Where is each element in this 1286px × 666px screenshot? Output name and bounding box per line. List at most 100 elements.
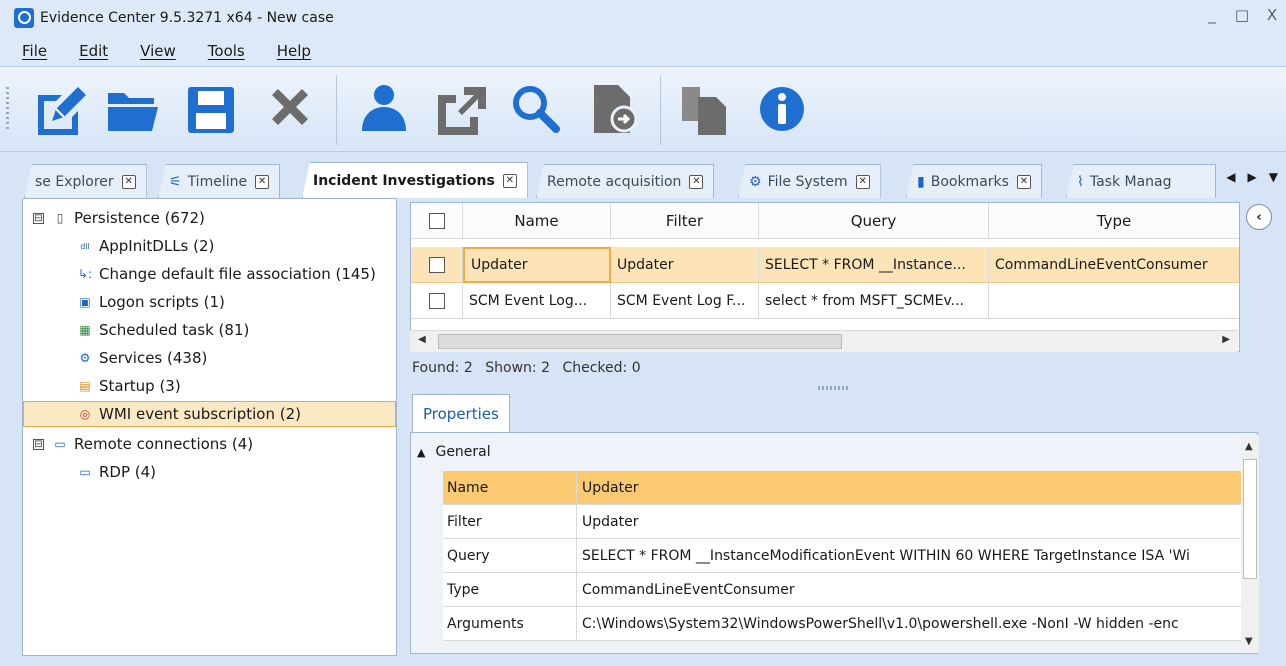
close-tab-icon[interactable]: ✕ <box>1016 174 1031 189</box>
column-header-filter[interactable]: Filter <box>611 203 759 239</box>
grid-header-row: Name Filter Query Type <box>411 203 1239 239</box>
scrollbar-thumb[interactable] <box>438 334 842 349</box>
property-row-query[interactable]: Query SELECT * FROM __InstanceModificati… <box>443 539 1241 573</box>
grid-horizontal-scrollbar[interactable]: ◀ ▶ <box>410 330 1238 352</box>
tab-incident-investigations[interactable]: Incident Investigations ✕ <box>302 162 528 198</box>
property-value[interactable]: Updater <box>577 505 1241 538</box>
grid-status: Found: 2 Shown: 2 Checked: 0 <box>412 360 649 376</box>
table-row[interactable]: SCM Event Log... SCM Event Log F... sele… <box>411 283 1239 319</box>
column-header-name[interactable]: Name <box>463 203 611 239</box>
cell-filter[interactable]: Updater <box>611 247 759 283</box>
toolbar-separator <box>336 75 337 145</box>
scroll-right-arrow-icon[interactable]: ▶ <box>1222 334 1230 345</box>
tree-node-services[interactable]: ⚙ Services (438) <box>77 345 208 371</box>
menu-file[interactable]: File <box>22 42 47 60</box>
tree-node-label: Persistence (672) <box>74 209 205 227</box>
import-icon <box>594 85 638 133</box>
column-header-query[interactable]: Query <box>759 203 989 239</box>
export-button[interactable] <box>432 81 488 137</box>
cell-query[interactable]: SELECT * FROM __Instance... <box>759 247 989 283</box>
tab-case-explorer[interactable]: se Explorer ✕ <box>24 164 147 198</box>
row-checkbox[interactable] <box>428 292 445 309</box>
cell-query[interactable]: select * from MSFT_SCMEv... <box>759 283 989 319</box>
property-value[interactable]: CommandLineEventConsumer <box>577 573 1241 606</box>
save-case-button[interactable] <box>184 81 240 137</box>
close-tab-icon[interactable]: ✕ <box>502 173 517 188</box>
tab-properties[interactable]: Properties <box>412 394 510 432</box>
delete-button[interactable] <box>262 81 318 137</box>
tree-node-logon-scripts[interactable]: ▣ Logon scripts (1) <box>77 289 225 315</box>
property-group-general[interactable]: ▲ General <box>417 439 491 465</box>
menu-edit[interactable]: Edit <box>79 42 108 60</box>
tree-node-persistence[interactable]: ⊟ ▯ Persistence (672) <box>33 205 205 231</box>
select-all-checkbox[interactable] <box>428 212 445 229</box>
property-key: Name <box>443 471 577 504</box>
search-button[interactable] <box>508 81 564 137</box>
menu-help[interactable]: Help <box>277 42 311 60</box>
menu-bar: File Edit View Tools Help <box>0 36 1286 66</box>
scroll-tabs-right-icon[interactable]: ▶ <box>1248 170 1257 184</box>
toolbar-grip[interactable] <box>6 87 9 131</box>
tree-node-rdp[interactable]: ▭ RDP (4) <box>77 459 156 485</box>
property-value[interactable]: C:\Windows\System32\WindowsPowerShell\v1… <box>577 607 1241 640</box>
tab-file-system[interactable]: ⚙ File System ✕ <box>738 164 881 198</box>
cell-filter[interactable]: SCM Event Log F... <box>611 283 759 319</box>
property-value[interactable]: Updater <box>577 471 1241 504</box>
collapse-icon[interactable]: ⊟ <box>33 212 44 224</box>
association-icon: ↳: <box>77 267 93 281</box>
property-value[interactable]: SELECT * FROM __InstanceModificationEven… <box>577 539 1241 572</box>
open-case-button[interactable] <box>104 81 160 137</box>
tree-node-file-association[interactable]: ↳: Change default file association (145) <box>77 261 376 287</box>
close-tab-icon[interactable]: ✕ <box>121 174 136 189</box>
tree-node-wmi-event-subscription[interactable]: ◎ WMI event subscription (2) <box>23 401 396 427</box>
minimize-button[interactable]: _ <box>1204 6 1220 24</box>
close-tab-icon[interactable]: ✕ <box>255 174 270 189</box>
menu-view[interactable]: View <box>140 42 176 60</box>
property-row-arguments[interactable]: Arguments C:\Windows\System32\WindowsPow… <box>443 607 1241 641</box>
chevron-left-icon: ‹ <box>1256 209 1262 225</box>
tab-remote-acquisition[interactable]: Remote acquisition ✕ <box>536 164 715 198</box>
table-row[interactable]: Updater Updater SELECT * FROM __Instance… <box>411 247 1239 283</box>
close-tab-icon[interactable]: ✕ <box>689 174 704 189</box>
tree-node-remote-connections[interactable]: ⊟ ▭ Remote connections (4) <box>33 431 253 457</box>
property-key: Type <box>443 573 577 606</box>
property-row-filter[interactable]: Filter Updater <box>443 505 1241 539</box>
collapse-panel-button[interactable]: ‹ <box>1246 204 1272 230</box>
cell-name[interactable]: Updater <box>463 247 611 283</box>
acquire-button[interactable] <box>356 81 412 137</box>
tab-task-manager[interactable]: ⌇ Task Manag <box>1066 164 1216 198</box>
chevron-up-icon[interactable]: ▲ <box>417 446 425 459</box>
scrollbar-thumb[interactable] <box>1243 459 1257 579</box>
tab-timeline[interactable]: ⚟ Timeline ✕ <box>158 164 281 198</box>
tree-node-appinitdlls[interactable]: dll AppInitDLLs (2) <box>77 233 214 259</box>
about-button[interactable] <box>754 81 810 137</box>
properties-grid: ▲ General Name Updater Filter Updater Qu… <box>410 432 1259 654</box>
maximize-button[interactable]: □ <box>1234 6 1250 24</box>
scroll-tabs-left-icon[interactable]: ◀ <box>1226 170 1235 184</box>
cell-type[interactable] <box>989 283 1239 319</box>
tab-bookmarks[interactable]: ▮ Bookmarks ✕ <box>906 164 1042 198</box>
cell-type[interactable]: CommandLineEventConsumer <box>989 247 1239 283</box>
edit-case-button[interactable] <box>32 81 88 137</box>
scroll-up-arrow-icon[interactable]: ▲ <box>1245 441 1253 452</box>
property-row-type[interactable]: Type CommandLineEventConsumer <box>443 573 1241 607</box>
menu-tools[interactable]: Tools <box>208 42 245 60</box>
import-button[interactable] <box>586 81 642 137</box>
scroll-down-arrow-icon[interactable]: ▼ <box>1245 636 1253 647</box>
collapse-icon[interactable]: ⊟ <box>33 438 44 450</box>
properties-vertical-scrollbar[interactable]: ▲ ▼ <box>1241 435 1259 653</box>
open-folder-icon <box>108 93 158 131</box>
copy-button[interactable] <box>676 81 732 137</box>
services-icon: ⚙ <box>79 351 91 365</box>
tree-node-scheduled-task[interactable]: ▦ Scheduled task (81) <box>77 317 249 343</box>
tree-node-startup[interactable]: ▤ Startup (3) <box>77 373 180 399</box>
scroll-left-arrow-icon[interactable]: ◀ <box>418 334 426 345</box>
pane-splitter[interactable] <box>818 386 848 390</box>
column-header-type[interactable]: Type <box>989 203 1239 239</box>
close-button[interactable]: X <box>1264 6 1280 24</box>
row-checkbox[interactable] <box>428 256 445 273</box>
cell-name[interactable]: SCM Event Log... <box>463 283 611 319</box>
property-row-name[interactable]: Name Updater <box>443 471 1241 505</box>
close-tab-icon[interactable]: ✕ <box>855 174 870 189</box>
tab-list-dropdown-icon[interactable]: ▼ <box>1269 170 1278 184</box>
